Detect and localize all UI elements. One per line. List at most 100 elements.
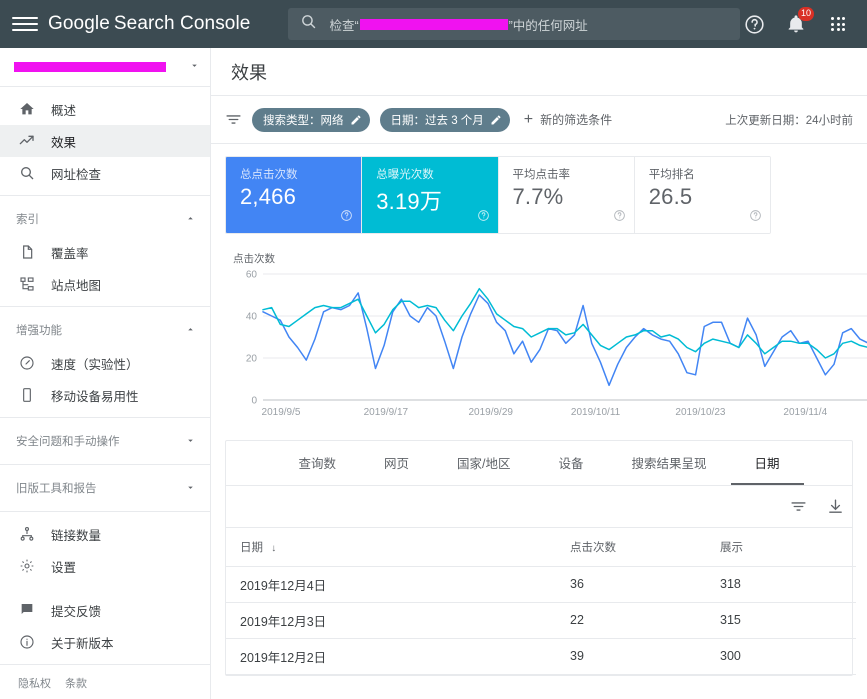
sidebar-item-coverage[interactable]: 覆盖率 (0, 236, 210, 268)
sidebar-item-mobile-usability[interactable]: 移动设备易用性 (0, 379, 210, 411)
cell-clicks: 39 (556, 638, 706, 675)
sidebar-section-legacy-tools[interactable]: 旧版工具和报告 (0, 471, 210, 505)
help-circle-icon[interactable] (477, 209, 490, 227)
chart-x-tick-label: 2019/10/23 (675, 407, 725, 418)
performance-chart[interactable]: 点击次数展示002025040500607502019/9/52019/9/17… (225, 248, 867, 426)
sidebar-item-settings[interactable]: 设置 (0, 550, 210, 582)
metric-label: 平均排名 (648, 169, 695, 181)
url-inspection-search-input[interactable]: 检查“ ”中的任何网址 (288, 8, 741, 40)
dimension-tab[interactable]: 网页 (360, 441, 433, 485)
dimension-tabs: 查询数 网页 国家/地区 设备 搜索结果呈现 日期 (226, 441, 852, 486)
sidebar-section-security[interactable]: 安全问题和手动操作 (0, 424, 210, 458)
redacted-site-url (359, 18, 508, 30)
sidebar-item-sitemaps[interactable]: 站点地图 (0, 268, 210, 300)
sidebar-section-label: 旧版工具和报告 (16, 483, 97, 495)
notification-badge: 10 (797, 7, 814, 21)
help-icon[interactable] (741, 11, 767, 37)
search-placeholder-prefix: 检查“ (329, 18, 359, 33)
dimension-tab-label: 搜索结果呈现 (631, 456, 707, 471)
search-placeholder: 检查“ ”中的任何网址 (329, 15, 588, 34)
sidebar-item-links[interactable]: 链接数量 (0, 518, 210, 550)
sidebar-item-label: 站点地图 (51, 278, 102, 293)
redacted-property-name (14, 62, 166, 72)
chevron-down-icon (185, 482, 196, 495)
help-circle-icon[interactable] (613, 209, 626, 227)
sidebar-item-about-new-version[interactable]: 关于新版本 (0, 626, 210, 658)
sidebar-item-label: 提交反馈 (51, 604, 102, 619)
sidebar-footer-links: 隐私权 条款 (0, 664, 210, 699)
apps-grid-icon[interactable] (825, 11, 851, 37)
help-circle-icon[interactable] (340, 209, 353, 227)
chevron-down-icon (189, 60, 200, 74)
performance-scroll-area[interactable]: 总点击次数 2,466 总曝光次数 3.19万 平均点击率 7.7% 平均排名 … (211, 144, 867, 699)
column-header-impressions[interactable]: 展示 (706, 528, 856, 567)
table-row[interactable]: 2019年12月4日 36 318 (226, 566, 856, 603)
arrow-down-icon: ↓ (271, 542, 277, 554)
sidebar-item-performance[interactable]: 效果 (0, 125, 210, 157)
sidebar-item-label: 链接数量 (51, 528, 102, 543)
performance-chart-svg: 点击次数展示002025040500607502019/9/52019/9/17… (233, 252, 867, 418)
filter-icon[interactable] (790, 498, 807, 515)
filter-chip-search-type[interactable]: 搜索类型：网络 (252, 107, 370, 132)
cell-impressions: 318 (706, 566, 856, 603)
chart-y-axis-title: 点击次数 (233, 252, 275, 265)
table-row[interactable]: 2019年12月3日 22 315 (226, 602, 856, 639)
chart-y-tick-label: 40 (246, 312, 258, 323)
dimension-tab[interactable]: 设备 (534, 441, 607, 485)
filter-bar: 搜索类型：网络 日期：过去 3 个月 + 新的筛选条件 上次更新日期：24小时前 (211, 96, 867, 144)
chart-x-tick-label: 2019/10/11 (571, 407, 621, 418)
terms-link[interactable]: 条款 (65, 675, 87, 691)
help-circle-icon[interactable] (749, 209, 762, 227)
metric-cards: 总点击次数 2,466 总曝光次数 3.19万 平均点击率 7.7% 平均排名 … (225, 156, 771, 234)
last-updated-text: 上次更新日期：24小时前 (725, 114, 853, 127)
feedback-icon (18, 602, 35, 619)
column-header-clicks[interactable]: 点击次数 (556, 528, 706, 567)
sidebar-item-label: 概述 (51, 103, 77, 118)
sidebar-group-legacy: 旧版工具和报告 (0, 465, 210, 512)
sidebar-item-send-feedback[interactable]: 提交反馈 (0, 594, 210, 626)
cell-impressions: 300 (706, 638, 856, 675)
cell-clicks: 36 (556, 566, 706, 603)
metric-label: 总点击次数 (240, 169, 298, 181)
metric-value: 3.19万 (376, 189, 443, 214)
property-selector[interactable] (0, 48, 210, 87)
top-app-bar: Google Search Console 检查“ ”中的任何网址 10 (0, 0, 867, 48)
metric-label: 总曝光次数 (376, 169, 434, 181)
table-row[interactable]: 2019年12月2日 39 300 (226, 638, 856, 675)
hamburger-icon[interactable] (12, 11, 38, 37)
sidebar-item-overview[interactable]: 概述 (0, 93, 210, 125)
sidebar-group-tools: 链接数量 设置 (0, 512, 210, 588)
add-filter-button[interactable]: + 新的筛选条件 (524, 111, 612, 128)
dimension-tab[interactable]: 日期 (730, 441, 804, 485)
metric-card-total-impressions[interactable]: 总曝光次数 3.19万 (362, 157, 499, 233)
filter-icon[interactable] (225, 111, 242, 128)
column-label: 日期 (240, 541, 263, 554)
download-icon[interactable] (827, 498, 844, 515)
sidebar-item-url-inspection[interactable]: 网址检查 (0, 157, 210, 189)
search-placeholder-suffix: ”中的任何网址 (508, 18, 588, 33)
pencil-icon (350, 114, 362, 126)
chart-y-tick-label: 0 (251, 396, 257, 407)
cell-date: 2019年12月2日 (226, 638, 556, 675)
privacy-link[interactable]: 隐私权 (18, 675, 51, 691)
sidebar-group-feedback: 提交反馈 关于新版本 (0, 588, 210, 664)
sidebar-item-label: 网址检查 (51, 167, 102, 182)
sidebar-item-speed[interactable]: 速度（实验性） (0, 347, 210, 379)
bell-icon[interactable]: 10 (783, 7, 814, 37)
chevron-down-icon (185, 435, 196, 448)
sidebar-section-enhancements[interactable]: 增强功能 (0, 313, 210, 347)
metric-card-average-position[interactable]: 平均排名 26.5 (634, 157, 770, 233)
dimension-tab[interactable]: 搜索结果呈现 (608, 441, 731, 485)
gear-icon (18, 558, 35, 575)
document-icon (18, 244, 35, 261)
sidebar-section-index[interactable]: 索引 (0, 202, 210, 236)
metric-card-average-ctr[interactable]: 平均点击率 7.7% (498, 157, 635, 233)
metric-card-total-clicks[interactable]: 总点击次数 2,466 (226, 157, 363, 233)
dimension-tab[interactable]: 国家/地区 (433, 441, 534, 485)
brand-logo[interactable]: Google Search Console (48, 13, 250, 35)
chevron-up-icon (185, 324, 196, 337)
dimension-tab[interactable]: 查询数 (274, 441, 360, 485)
filter-chip-date[interactable]: 日期：过去 3 个月 (379, 107, 510, 132)
search-console-app: Google Search Console 检查“ ”中的任何网址 10 概述 … (0, 0, 867, 699)
column-header-date[interactable]: 日期 ↓ (226, 528, 556, 567)
